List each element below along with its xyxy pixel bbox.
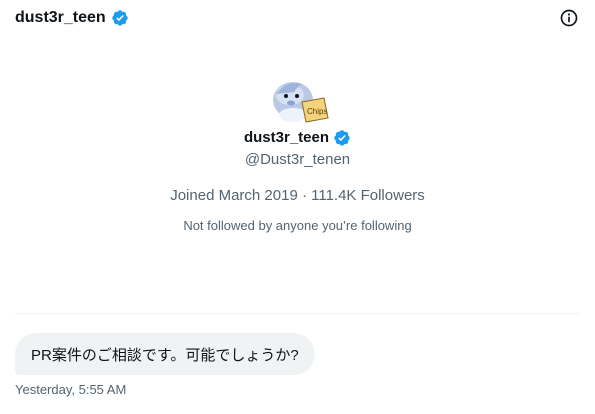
profile-handle: @Dust3r_tenen — [244, 151, 351, 168]
message-text: PR案件のご相談です。可能でしょうか? — [31, 346, 299, 364]
conversation-header: dust3r_teen — [0, 0, 595, 36]
header-title-group[interactable]: dust3r_teen — [15, 8, 129, 28]
message-timestamp: Yesterday, 5:55 AM — [15, 382, 127, 397]
verified-badge-icon — [334, 130, 350, 146]
dolphin-avatar[interactable]: Chips — [266, 76, 330, 128]
verified-badge-icon — [112, 10, 128, 26]
avatar-badge-text: Chips — [307, 107, 327, 116]
message-bubble[interactable]: PR案件のご相談です。可能でしょうか? — [15, 333, 315, 375]
header-username[interactable]: dust3r_teen — [15, 8, 106, 28]
info-icon[interactable] — [559, 8, 579, 28]
profile-name[interactable]: dust3r_teen — [244, 128, 329, 148]
followed-note: Not followed by anyone you’re following — [183, 218, 412, 233]
profile-meta: Joined March 2019 · 111.4K Followers — [170, 187, 425, 204]
profile-name-row: dust3r_teen — [0, 128, 595, 148]
divider — [15, 313, 580, 314]
